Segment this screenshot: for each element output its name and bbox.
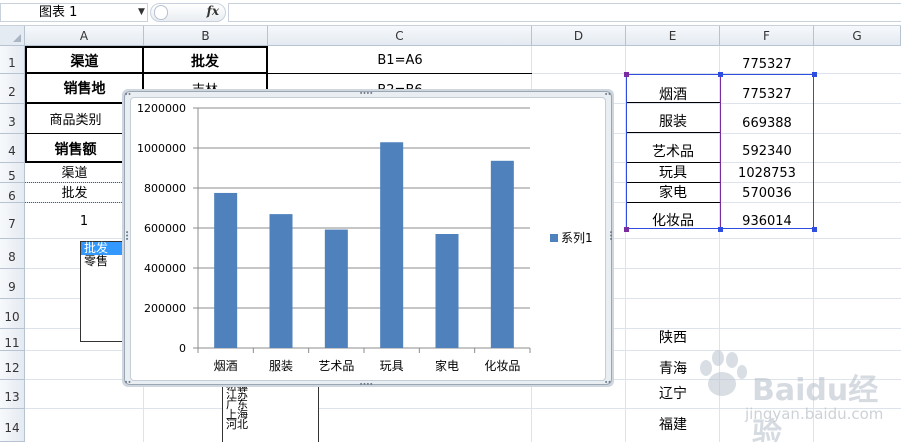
bar[interactable] bbox=[324, 229, 348, 348]
cell-b1[interactable]: 批发 bbox=[144, 46, 268, 74]
cell-f1[interactable]: 775327 bbox=[720, 46, 814, 74]
y-tick-label: 0 bbox=[179, 342, 186, 355]
row-header-3[interactable]: 3 bbox=[0, 104, 25, 134]
selection-divider bbox=[720, 75, 721, 228]
col-header-e[interactable]: E bbox=[626, 26, 720, 46]
y-tick-label: 800000 bbox=[144, 182, 186, 195]
range-handle[interactable] bbox=[812, 227, 817, 232]
bar[interactable] bbox=[214, 192, 238, 348]
cell-a5[interactable]: 渠道 bbox=[25, 163, 124, 183]
row-header-14[interactable]: 14 bbox=[0, 409, 25, 442]
row-header-13[interactable]: 13 bbox=[0, 380, 25, 409]
row-header-5[interactable]: 5 bbox=[0, 163, 25, 183]
bar[interactable] bbox=[380, 142, 404, 348]
expand-handle-icon[interactable] bbox=[154, 5, 168, 20]
cell-a1[interactable]: 渠道 bbox=[25, 46, 144, 74]
row-header-9[interactable]: 9 bbox=[0, 269, 25, 299]
watermark-brand: Baidu经验 bbox=[752, 373, 879, 442]
range-handle[interactable] bbox=[624, 227, 629, 232]
row-header-8[interactable]: 8 bbox=[0, 239, 25, 269]
col-header-b[interactable]: B bbox=[144, 26, 268, 46]
range-handle[interactable] bbox=[812, 72, 817, 77]
x-tick-label: 烟酒 bbox=[214, 359, 238, 373]
paw-logo-icon bbox=[700, 350, 747, 396]
selection-range[interactable] bbox=[626, 74, 814, 229]
name-box-value: 图表 1 bbox=[39, 5, 78, 20]
select-all-corner[interactable] bbox=[0, 26, 25, 46]
watermark: Baidu经验 jingyan.baidu.com bbox=[692, 340, 897, 442]
col-header-c[interactable]: C bbox=[268, 26, 532, 46]
row-header-2[interactable]: 2 bbox=[0, 74, 25, 104]
formula-input[interactable] bbox=[228, 3, 901, 22]
bar[interactable] bbox=[435, 233, 459, 348]
row-header-6[interactable]: 6 bbox=[0, 183, 25, 203]
x-tick-label: 家电 bbox=[435, 358, 459, 373]
insert-function-icon[interactable]: fx bbox=[207, 4, 219, 18]
resize-handle-bottom-icon[interactable]: ∙∙∙∙ bbox=[359, 380, 373, 388]
range-handle[interactable] bbox=[624, 72, 629, 77]
x-tick-label: 化妆品 bbox=[484, 359, 520, 373]
col-header-g[interactable]: G bbox=[814, 26, 901, 46]
row-header-12[interactable]: 12 bbox=[0, 351, 25, 380]
cell-a6[interactable]: 批发 bbox=[25, 183, 124, 203]
row-header-10[interactable]: 10 bbox=[0, 299, 25, 329]
select-all-triangle-icon bbox=[13, 34, 21, 42]
resize-handle-right-icon[interactable]: ∙∙∙ bbox=[607, 230, 615, 240]
row-header-7[interactable]: 7 bbox=[0, 203, 25, 239]
y-tick-label: 400000 bbox=[144, 262, 186, 275]
col-header-d[interactable]: D bbox=[532, 26, 626, 46]
row-header-1[interactable]: 1 bbox=[0, 46, 25, 74]
x-tick-label: 艺术品 bbox=[318, 359, 354, 373]
x-tick-label: 玩具 bbox=[380, 359, 404, 373]
range-handle[interactable] bbox=[718, 72, 723, 77]
range-handle[interactable] bbox=[718, 227, 723, 232]
cell-a3[interactable]: 商品类别 bbox=[25, 104, 124, 134]
cell-c1[interactable]: B1=A6 bbox=[268, 46, 532, 74]
row-header-4[interactable]: 4 bbox=[0, 134, 25, 163]
formula-bar: 图表 1 ▼ fx bbox=[0, 0, 901, 26]
channel-listbox[interactable]: 批发 零售 bbox=[80, 241, 127, 342]
col-header-f[interactable]: F bbox=[720, 26, 814, 46]
cell-a4[interactable]: 销售额 bbox=[25, 134, 124, 163]
name-box[interactable]: 图表 1 bbox=[0, 3, 148, 22]
watermark-url: jingyan.baidu.com bbox=[745, 405, 884, 423]
legend-label[interactable]: 系列1 bbox=[561, 231, 593, 245]
bar[interactable] bbox=[490, 160, 514, 348]
resize-handle-top-icon[interactable]: ∙∙∙∙ bbox=[359, 89, 373, 97]
y-tick-label: 200000 bbox=[144, 302, 186, 315]
x-tick-label: 服装 bbox=[269, 359, 293, 373]
col-header-a[interactable]: A bbox=[25, 26, 144, 46]
bar[interactable] bbox=[269, 214, 293, 348]
list-item[interactable]: 河北 bbox=[223, 419, 318, 430]
y-tick-label: 600000 bbox=[144, 222, 186, 235]
legend-swatch bbox=[550, 234, 558, 242]
formula-tools: fx bbox=[150, 3, 226, 22]
bar-chart[interactable]: 0 200000 400000 600000 800000 1000000 1200000 烟… bbox=[130, 97, 606, 381]
listbox-item[interactable]: 零售 bbox=[81, 255, 126, 268]
chevron-down-icon[interactable]: ▼ bbox=[138, 7, 145, 17]
y-tick-label: 1200000 bbox=[137, 102, 186, 115]
y-tick-label: 1000000 bbox=[137, 142, 186, 155]
row-header-11[interactable]: 11 bbox=[0, 329, 25, 351]
